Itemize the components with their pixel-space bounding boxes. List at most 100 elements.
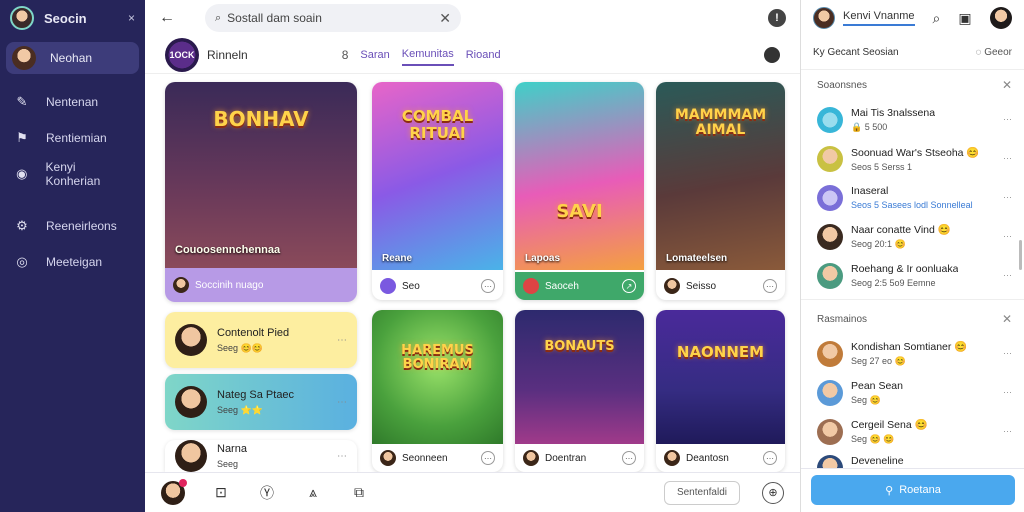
close-icon[interactable]: ✕ — [1002, 312, 1012, 326]
bookmark-icon[interactable]: 8 — [342, 48, 349, 62]
info-icon[interactable]: ! — [768, 9, 786, 27]
more-icon[interactable]: ⋯ — [622, 451, 636, 465]
community-name: Rinneln — [207, 47, 248, 62]
more-icon[interactable]: ⋯ — [999, 387, 1012, 398]
featured-card[interactable]: BONHAV Couoosennchennaa Soccinih nuago — [165, 82, 357, 302]
card-art-title: BONHAV — [213, 107, 309, 131]
list-item[interactable]: Mai Tis 3nalssena 🔒 5 500 ⋯ — [801, 100, 1024, 139]
avatar[interactable] — [161, 478, 187, 505]
more-icon[interactable]: ⋯ — [999, 231, 1012, 242]
sidebar-item-reeneirleons[interactable]: ⚙ Reeneirleons — [0, 208, 145, 244]
sidebar-item-rentiemian[interactable]: ⚑ Rentiemian — [0, 120, 145, 156]
add-icon[interactable]: ⊕ — [762, 481, 784, 504]
card-art-title: HAREMUS BONIRAM — [401, 343, 474, 373]
app-avatar[interactable] — [10, 6, 34, 30]
right-footer: ⚲ Roetana — [801, 468, 1024, 512]
window-icon[interactable]: ▣ — [958, 10, 971, 27]
clear-icon[interactable]: ✕ — [439, 10, 451, 27]
more-icon[interactable]: ⋯ — [999, 153, 1012, 164]
more-icon[interactable]: ⋯ — [763, 279, 777, 293]
list-item[interactable]: Inaseral Seos 5 Sasees lodl Sonnelleal ⋯ — [801, 178, 1024, 217]
content-card[interactable]: COMBAL RITUAI Reane Seo ⋯ — [372, 82, 503, 300]
more-icon[interactable]: ⋯ — [999, 192, 1012, 203]
a-icon[interactable]: ⩓ — [303, 483, 323, 503]
sidebar-item-user[interactable]: Neohan — [6, 42, 139, 74]
list-item-name: Kondishan Somtianer 😊 — [851, 341, 968, 353]
more-icon[interactable]: ⋯ — [999, 270, 1012, 281]
tab-saran[interactable]: Saran — [360, 45, 389, 65]
avatar — [664, 278, 680, 294]
search-icon[interactable]: ⌕ — [933, 10, 941, 27]
list-item[interactable]: Pean Sean Seg 😊 ⋯ — [801, 373, 1024, 412]
card-art: MAMMMAM AIMAL — [656, 82, 785, 270]
tab-rioand[interactable]: Rioand — [466, 45, 501, 65]
crop-icon[interactable]: ⧉ — [349, 483, 369, 503]
card-footer: Saoceh ↗ — [515, 272, 644, 300]
more-icon[interactable]: ⋯ — [337, 335, 347, 346]
list-item[interactable]: Cergeil Sena 😊 Seg 😊 😊 ⋯ — [801, 412, 1024, 451]
community-logo[interactable]: 1OCK — [165, 37, 199, 72]
card-art: BONHAV — [165, 82, 357, 268]
settings-icon: ⚙ — [16, 218, 28, 233]
right-top-bar: Kenvi Vnanme ⌕ ▣ — [801, 0, 1024, 36]
search-icon: ⌕ — [215, 11, 222, 24]
globe-icon: ◉ — [16, 166, 28, 181]
tab-kemunitas[interactable]: Kemunitas — [401, 44, 454, 66]
list-item[interactable]: Nateg Sa Ptaec Seeg ⭐⭐ ⋯ — [165, 374, 357, 430]
content-card[interactable]: BONAUTS Doentran ⋯ — [515, 310, 644, 472]
right-user-name[interactable]: Kenvi Vnanme — [843, 10, 915, 26]
scrollbar[interactable] — [1019, 240, 1022, 270]
list-item-name: Soonuad War's Stseoha 😊 — [851, 146, 980, 159]
sidebar-item-kenyi[interactable]: ◉ Kenyi Konherian — [0, 156, 145, 192]
avatar — [817, 145, 843, 172]
list-item[interactable]: Soonuad War's Stseoha 😊 Seos 5 Serss 1 ⋯ — [801, 139, 1024, 178]
square-icon[interactable]: ⊡ — [211, 483, 231, 503]
more-icon[interactable]: ⋯ — [999, 348, 1012, 359]
card-footer-text: Soccinih nuago — [195, 279, 264, 291]
content-card[interactable]: NAONNEM Deantosn ⋯ — [656, 310, 785, 472]
share-icon[interactable]: ↗ — [622, 279, 636, 293]
more-icon[interactable]: ⋯ — [999, 426, 1012, 437]
back-arrow-icon[interactable]: ← — [159, 9, 179, 27]
more-icon[interactable]: ⋯ — [481, 279, 495, 293]
right-header-action[interactable]: ◌ Geeor — [975, 47, 1012, 58]
avatar — [175, 440, 207, 472]
profile-avatar[interactable] — [989, 7, 1012, 29]
search-input[interactable]: ⌕ Sostall dam soain ✕ — [205, 4, 461, 32]
sidebar-item-meeteigan[interactable]: ◎ Meeteigan — [0, 244, 145, 280]
close-icon[interactable]: × — [128, 11, 135, 25]
card-footer: Doentran ⋯ — [515, 444, 644, 472]
more-icon[interactable]: ⋯ — [337, 451, 347, 462]
sidebar-item-nentenan[interactable]: ✎ Nentenan — [0, 84, 145, 120]
sidebar-item-label: Reeneirleons — [46, 219, 117, 233]
list-item[interactable]: Kondishan Somtianer 😊 Seg 27 eo 😊 ⋯ — [801, 334, 1024, 373]
pencil-icon: ✎ — [16, 94, 28, 109]
card-art-title: MAMMMAM AIMAL — [674, 107, 767, 139]
more-icon[interactable]: ⋯ — [481, 451, 495, 465]
primary-action-button[interactable]: ⚲ Roetana — [811, 475, 1015, 505]
close-icon[interactable]: ✕ — [1002, 78, 1012, 92]
camera-icon[interactable] — [764, 46, 780, 63]
more-icon[interactable]: ⋯ — [763, 451, 777, 465]
list-item-name: Inaseral — [851, 185, 889, 197]
card-art-title: BONAUTS — [544, 339, 615, 354]
avatar — [817, 262, 843, 289]
list-item-sub: Seos 5 Serss 1 — [851, 161, 913, 172]
content-card[interactable]: HAREMUS BONIRAM Seonneen ⋯ — [372, 310, 503, 472]
list-item[interactable]: Narna Seeg ⋯ — [165, 440, 357, 472]
card-footer-text: Seonneen — [402, 452, 448, 464]
list-item[interactable]: Naar conatte Vind 😊 Seog 20:1 😊 ⋯ — [801, 217, 1024, 256]
more-icon[interactable]: ⋯ — [999, 114, 1012, 125]
list-item-text: Pean Sean Seg 😊 — [851, 380, 903, 406]
list-item[interactable]: Roehang & Ir oonluaka Seog 2:5 5o9 Eemne… — [801, 256, 1024, 295]
avatar[interactable] — [813, 7, 835, 29]
list-item-name: Pean Sean — [851, 379, 903, 392]
list-item-sub: Seog 2:5 5o9 Eemne — [851, 278, 936, 288]
content-card[interactable]: SAVI Lapoas Saoceh ↗ — [515, 82, 644, 300]
content-card[interactable]: MAMMMAM AIMAL Lomateelsen Seisso ⋯ — [656, 82, 785, 300]
send-button[interactable]: Sentenfaldi — [663, 480, 740, 505]
list-item[interactable]: Contenolt Pied Seeg 😊😊 ⋯ — [165, 312, 357, 368]
y-icon[interactable]: Ⓨ — [257, 483, 277, 503]
list-item-name: Roehang & Ir oonluaka — [851, 263, 959, 275]
more-icon[interactable]: ⋯ — [337, 397, 347, 408]
